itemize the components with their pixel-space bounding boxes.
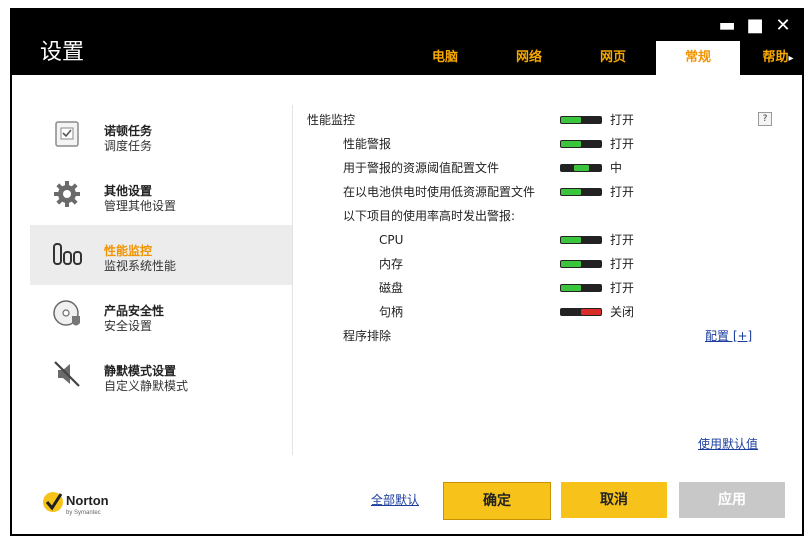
setting-label: 磁盘: [379, 281, 404, 295]
disc-shield-icon: [53, 300, 80, 326]
tab-network[interactable]: 网络: [492, 41, 566, 75]
restore-all-defaults-link[interactable]: 全部默认: [371, 490, 419, 510]
tab-computer[interactable]: 电脑: [408, 41, 482, 75]
use-defaults-link[interactable]: 使用默认值: [698, 434, 758, 454]
setting-state: 中: [610, 161, 623, 175]
toggle-performance-alerts[interactable]: [560, 140, 602, 148]
setting-label: 程序排除: [343, 329, 392, 343]
ok-button[interactable]: 确定: [443, 482, 551, 520]
tab-help[interactable]: 帮助▸: [752, 41, 804, 75]
setting-label: 性能监控: [307, 113, 356, 127]
performance-icon: [53, 243, 82, 265]
settings-window: 设置 ▬ ■ ✕ 电脑 网络 网页 常规 帮助▸ 诺顿任务 调度任务 其他设置 …: [10, 8, 804, 536]
cancel-button[interactable]: 取消: [561, 482, 667, 518]
setting-state: 打开: [610, 257, 635, 271]
sidebar-item-silent-mode[interactable]: 静默模式设置 自定义静默模式: [30, 345, 292, 405]
setting-state: 打开: [610, 185, 635, 199]
toggle-battery-profile[interactable]: [560, 188, 602, 196]
setting-label: 句柄: [379, 305, 404, 319]
configure-link[interactable]: 配置 [+]: [705, 326, 752, 346]
norton-logo: Norton by Symantec: [43, 492, 109, 516]
tab-general[interactable]: 常规: [656, 41, 740, 75]
sidebar-item-subtitle: 自定义静默模式: [104, 379, 189, 393]
tab-web[interactable]: 网页: [576, 41, 650, 75]
sidebar-item-subtitle: 安全设置: [104, 319, 153, 333]
sidebar-item-subtitle: 管理其他设置: [104, 199, 177, 213]
setting-state: 打开: [610, 281, 635, 295]
sidebar-item-performance-monitoring[interactable]: 性能监控 监视系统性能: [30, 225, 292, 285]
performance-settings-panel: 性能监控 打开 性能警报 打开 用于警报的资源阈值配置文件 中 在以电池供电时使…: [307, 110, 777, 430]
toggle-memory-alert[interactable]: [560, 260, 602, 268]
setting-label: 用于警报的资源阈值配置文件: [343, 161, 500, 175]
toggle-cpu-alert[interactable]: [560, 236, 602, 244]
task-icon: [55, 121, 79, 147]
setting-label: 内存: [379, 257, 404, 271]
toggle-handles-alert[interactable]: [560, 308, 602, 316]
gear-icon: [54, 181, 80, 207]
setting-state: 打开: [610, 113, 635, 127]
sidebar-item-subtitle: 调度任务: [104, 139, 153, 153]
sidebar-item-product-security[interactable]: 产品安全性 安全设置: [30, 285, 292, 345]
toggle-disk-alert[interactable]: [560, 284, 602, 292]
setting-state: 关闭: [610, 305, 635, 319]
setting-state: 打开: [610, 137, 635, 151]
close-button[interactable]: ✕: [772, 16, 794, 36]
sidebar-item-norton-tasks[interactable]: 诺顿任务 调度任务: [30, 105, 292, 165]
setting-label: 性能警报: [343, 137, 392, 151]
maximize-button[interactable]: ■: [744, 16, 766, 36]
sidebar-item-subtitle: 监视系统性能: [104, 259, 177, 273]
toggle-performance-monitoring[interactable]: [560, 116, 602, 124]
chevron-right-icon: ▸: [788, 53, 794, 64]
toggle-threshold-profile[interactable]: [560, 164, 602, 172]
sidebar-item-other-settings[interactable]: 其他设置 管理其他设置: [30, 165, 292, 225]
sidebar: 诺顿任务 调度任务 其他设置 管理其他设置 性能监控 监视系统性能 产品安全性 …: [30, 105, 293, 455]
setting-state: 打开: [610, 233, 635, 247]
minimize-button[interactable]: ▬: [716, 16, 738, 36]
brand-name: Norton: [66, 493, 109, 508]
mute-icon: [54, 361, 80, 387]
setting-label: CPU: [379, 233, 404, 247]
brand-byline: by Symantec: [66, 510, 101, 516]
setting-label: 以下项目的使用率高时发出警报:: [343, 209, 516, 223]
content-area: 诺顿任务 调度任务 其他设置 管理其他设置 性能监控 监视系统性能 产品安全性 …: [12, 75, 802, 534]
apply-button[interactable]: 应用: [679, 482, 785, 518]
tab-help-label: 帮助: [762, 50, 789, 65]
setting-label: 在以电池供电时使用低资源配置文件: [343, 185, 536, 199]
window-title: 设置: [40, 40, 85, 65]
